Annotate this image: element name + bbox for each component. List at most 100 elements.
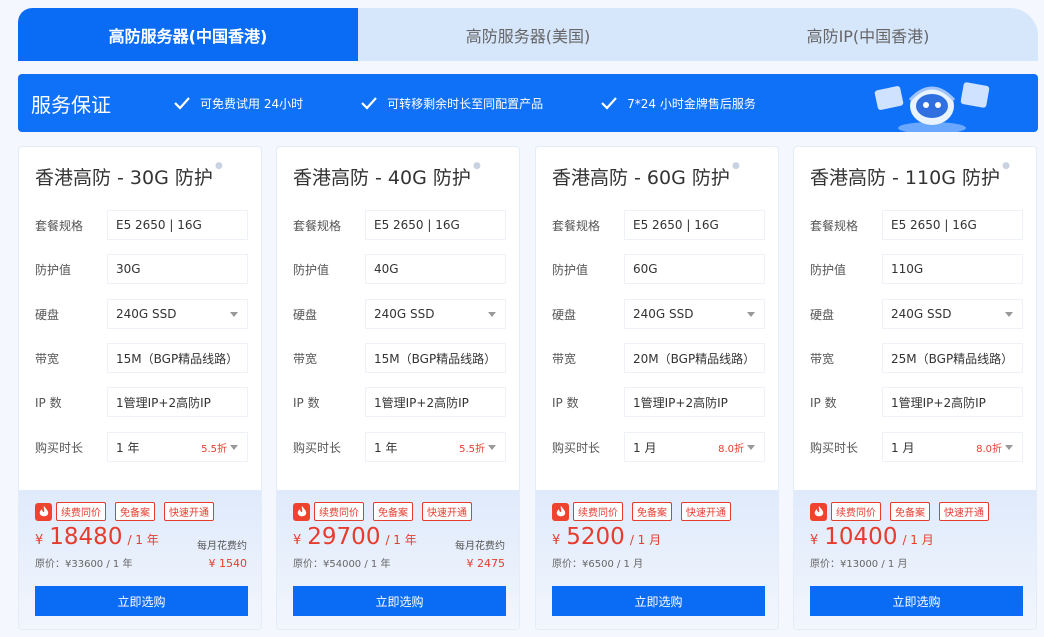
price-period: / 1 年: [385, 533, 417, 547]
ip-label: IP 数: [552, 395, 579, 410]
disk-label: 硬盘: [35, 307, 60, 322]
duration-select[interactable]: 1 年 5.5折: [107, 432, 248, 462]
disk-select[interactable]: 240G SSD: [624, 299, 765, 329]
bandwidth-value: 15M（BGP精品线路）: [365, 343, 506, 373]
currency-symbol: ¥: [552, 533, 561, 548]
badge-group: 续费同价 免备案 快速开通: [35, 502, 223, 521]
ip-value: 1管理IP+2高防IP: [882, 387, 1023, 417]
ip-label: IP 数: [35, 395, 62, 410]
bandwidth-value: 20M（BGP精品线路）: [624, 343, 765, 373]
guarantee-text: 7*24 小时金牌售后服务: [627, 96, 756, 111]
price-section: 续费同价 免备案 快速开通 ¥5200/ 1 月 原价：¥6500 / 1 月 …: [536, 490, 778, 629]
fire-icon: [293, 502, 310, 521]
duration-row: 购买时长 1 年 5.5折: [19, 432, 261, 462]
disk-select[interactable]: 240G SSD: [882, 299, 1023, 329]
original-price: 原价：¥6500 / 1 月: [552, 559, 644, 570]
duration-value: 1 月: [633, 440, 657, 455]
disk-value: 240G SSD: [891, 307, 952, 321]
protect-label: 防护值: [810, 262, 847, 277]
discount-text: 8.0折: [976, 443, 1002, 455]
spec-row: 套餐规格 E5 2650 | 16G: [19, 210, 261, 240]
ip-row: IP 数 1管理IP+2高防IP: [536, 387, 778, 417]
duration-select[interactable]: 1 月 8.0折: [882, 432, 1023, 462]
renew-badge: 续费同价: [56, 502, 106, 521]
duration-select[interactable]: 1 年 5.5折: [365, 432, 506, 462]
protect-value: 60G: [624, 254, 765, 284]
no-filing-badge: 免备案: [115, 502, 155, 521]
disk-row: 硬盘 240G SSD: [277, 299, 519, 329]
currency-symbol: ¥: [293, 533, 302, 548]
guarantee-text: 可免费试用 24小时: [200, 96, 304, 111]
ip-row: IP 数 1管理IP+2高防IP: [19, 387, 261, 417]
spec-label: 套餐规格: [552, 218, 601, 233]
guarantee-item: 可转移剩余时长至同配置产品: [361, 95, 543, 112]
guarantee-item: 7*24 小时金牌售后服务: [601, 95, 756, 112]
product-card: 香港高防 - 40G 防护 ● 套餐规格 E5 2650 | 16G 防护值 40G …: [276, 146, 520, 630]
duration-row: 购买时长 1 月 8.0折: [794, 432, 1036, 462]
original-price: 原价：¥33600 / 1 年: [35, 559, 133, 570]
card-title-text: 香港高防 - 110G 防护: [810, 167, 1000, 189]
quick-open-badge: 快速开通: [681, 502, 731, 521]
service-guarantee-banner: 服务保证 可免费试用 24小时 可转移剩余时长至同配置产品 7*24 小时金牌售…: [18, 74, 1038, 132]
badge-group: 续费同价 免备案 快速开通: [810, 502, 998, 521]
banner-title: 服务保证: [31, 92, 111, 117]
disk-row: 硬盘 240G SSD: [794, 299, 1036, 329]
protect-label: 防护值: [35, 262, 72, 277]
bandwidth-label: 带宽: [552, 351, 577, 366]
quick-open-badge: 快速开通: [939, 502, 989, 521]
price-value: 18480: [49, 524, 123, 550]
duration-label: 购买时长: [810, 440, 859, 455]
duration-label: 购买时长: [552, 440, 601, 455]
duration-row: 购买时长 1 月 8.0折: [536, 432, 778, 462]
tab-hk-server[interactable]: 高防服务器(中国香港): [18, 8, 358, 61]
bandwidth-value: 25M（BGP精品线路）: [882, 343, 1023, 373]
disk-select[interactable]: 240G SSD: [365, 299, 506, 329]
tab-us-server[interactable]: 高防服务器(美国): [358, 8, 698, 61]
info-icon: ●: [215, 161, 223, 171]
duration-select[interactable]: 1 月 8.0折: [624, 432, 765, 462]
price-value: 29700: [307, 524, 381, 550]
buy-button[interactable]: 立即选购: [552, 586, 765, 616]
original-price: 原价：¥13000 / 1 月: [810, 559, 908, 570]
guarantee-text: 可转移剩余时长至同配置产品: [387, 96, 544, 111]
price: ¥18480 / 1 年: [35, 524, 159, 550]
spec-value: E5 2650 | 16G: [882, 210, 1023, 240]
bandwidth-label: 带宽: [293, 351, 318, 366]
chevron-down-icon: [488, 445, 496, 450]
spec-value: E5 2650 | 16G: [107, 210, 248, 240]
monthly-value: ¥ 1540: [208, 557, 248, 570]
buy-button[interactable]: 立即选购: [35, 586, 248, 616]
ip-row: IP 数 1管理IP+2高防IP: [277, 387, 519, 417]
price: ¥5200 / 1 月: [552, 524, 661, 550]
buy-button[interactable]: 立即选购: [810, 586, 1023, 616]
chevron-down-icon: [488, 312, 496, 317]
spec-label: 套餐规格: [35, 218, 84, 233]
discount-text: 8.0折: [718, 443, 744, 455]
price-value: 5200: [566, 524, 625, 550]
disk-select[interactable]: 240G SSD: [107, 299, 248, 329]
quick-open-badge: 快速开通: [422, 502, 472, 521]
chevron-down-icon: [230, 312, 238, 317]
price: ¥29700 / 1 年: [293, 524, 417, 550]
duration-value: 1 月: [891, 440, 915, 455]
product-tabs: 高防服务器(中国香港) 高防服务器(美国) 高防IP(中国香港): [18, 8, 1038, 61]
ip-label: IP 数: [810, 395, 837, 410]
chevron-down-icon: [1005, 312, 1013, 317]
bandwidth-row: 带宽 20M（BGP精品线路）: [536, 343, 778, 373]
monthly-value: ¥ 2475: [466, 557, 506, 570]
renew-badge: 续费同价: [573, 502, 623, 521]
tab-hk-ip[interactable]: 高防IP(中国香港): [698, 8, 1038, 61]
disk-label: 硬盘: [810, 307, 835, 322]
price-section: 续费同价 免备案 快速开通 ¥29700 / 1 年 原价：¥54000 / 1 …: [277, 490, 519, 629]
protect-label: 防护值: [293, 262, 330, 277]
product-card: 香港高防 - 110G 防护 ● 套餐规格 E5 2650 | 16G 防护值 110…: [793, 146, 1037, 630]
disk-label: 硬盘: [552, 307, 577, 322]
bandwidth-value: 15M（BGP精品线路）: [107, 343, 248, 373]
buy-button[interactable]: 立即选购: [293, 586, 506, 616]
card-title: 香港高防 - 60G 防护 ●: [552, 161, 740, 190]
spec-value: E5 2650 | 16G: [365, 210, 506, 240]
card-title-text: 香港高防 - 40G 防护: [293, 167, 471, 189]
disk-value: 240G SSD: [633, 307, 694, 321]
fire-icon: [35, 502, 52, 521]
chevron-down-icon: [747, 312, 755, 317]
